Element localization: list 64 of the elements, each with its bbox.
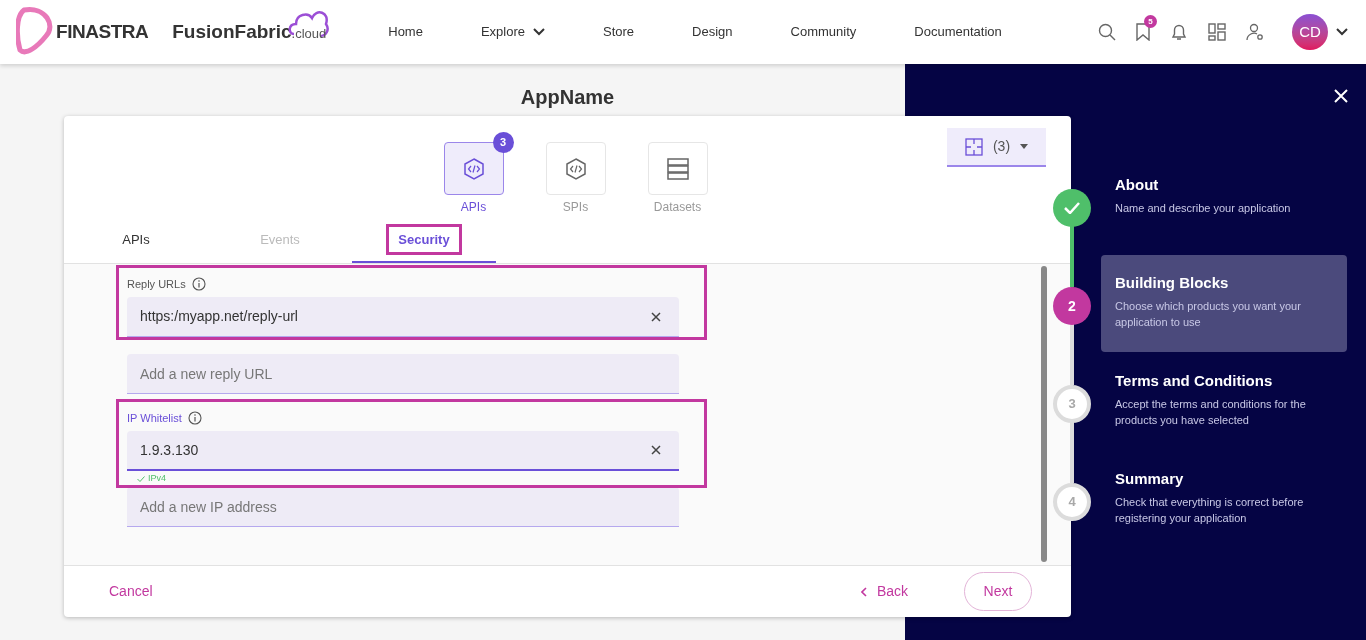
- nav-link[interactable]: Design: [692, 22, 733, 42]
- input-field[interactable]: Add a new reply URL: [127, 354, 679, 394]
- next-button[interactable]: Next: [964, 572, 1032, 611]
- info-icon[interactable]: [191, 277, 206, 291]
- notification-badge: 5: [1144, 15, 1157, 28]
- input-field[interactable]: 1.9.3.130: [127, 431, 679, 471]
- step-card[interactable]: About Name and describe your application: [1101, 157, 1347, 254]
- caret-icon: [1020, 144, 1029, 149]
- field-label: Reply URLs: [127, 276, 186, 292]
- search-icon[interactable]: [1098, 23, 1116, 41]
- info-icon[interactable]: [187, 411, 202, 425]
- chevron-left-icon: [860, 586, 867, 597]
- nav-link[interactable]: Explore: [480, 22, 545, 42]
- nav-link[interactable]: Documentation: [914, 22, 1002, 42]
- close-icon[interactable]: [1334, 89, 1348, 103]
- count-badge: 3: [492, 132, 514, 153]
- bell-icon[interactable]: [1170, 23, 1188, 41]
- step-title: Summary: [1115, 469, 1185, 489]
- step-title: About: [1115, 175, 1160, 195]
- validation-hint: IPv4: [148, 472, 166, 486]
- step-title: Terms and Conditions: [1115, 371, 1274, 391]
- block-type-label: Datasets: [653, 199, 702, 216]
- tab[interactable]: Security: [386, 223, 462, 256]
- input-field[interactable]: Add a new IP address: [127, 487, 679, 527]
- nav-link[interactable]: Home: [388, 22, 423, 42]
- logo-text: FusionFabric: [172, 19, 292, 44]
- step-description: Choose which products you want your application to use: [1115, 299, 1302, 330]
- step-number: 4: [1053, 483, 1091, 521]
- server-icon: [666, 157, 689, 180]
- puzzle-icon: [964, 137, 983, 156]
- cancel-link[interactable]: Cancel: [109, 581, 153, 602]
- selection-dropdown[interactable]: (3): [947, 128, 1046, 167]
- check-icon: [1064, 202, 1080, 214]
- back-link[interactable]: Back: [860, 581, 908, 602]
- step-card[interactable]: Terms and Conditions Accept the terms and conditions for the products you have selected: [1101, 353, 1347, 450]
- code-hexagon-icon: [462, 157, 485, 180]
- step-description: Check that everything is correct before registering your application: [1115, 495, 1305, 526]
- check-icon: [137, 476, 145, 482]
- page-title: AppName: [520, 85, 615, 106]
- block-type-label: SPIs: [562, 199, 589, 216]
- input-field[interactable]: https:/myapp.net/reply-url: [127, 297, 679, 337]
- step-card[interactable]: Building Blocks Choose which products you want your application to use: [1101, 255, 1347, 352]
- chevron-down-icon: [533, 28, 545, 36]
- user-settings-icon[interactable]: [1246, 23, 1264, 41]
- step-title: Building Blocks: [1115, 273, 1230, 293]
- step-description: Name and describe your application: [1115, 201, 1292, 216]
- code-hexagon-icon: [564, 157, 587, 180]
- step-description: Accept the terms and conditions for the products you have selected: [1115, 397, 1307, 428]
- field-label: IP Whitelist: [127, 410, 182, 426]
- clear-icon[interactable]: [651, 445, 661, 455]
- clear-icon[interactable]: [651, 311, 661, 322]
- block-type-label: APIs: [460, 199, 487, 216]
- nav-link[interactable]: Store: [603, 22, 635, 42]
- step-card[interactable]: Summary Check that everything is correct before registering your application: [1101, 451, 1347, 548]
- tab[interactable]: APIs: [122, 229, 150, 250]
- bookmark-icon[interactable]: [1136, 23, 1150, 41]
- chevron-down-icon[interactable]: [1336, 28, 1348, 36]
- logo-text[interactable]: FINASTRA: [56, 17, 149, 47]
- step-number: 3: [1053, 385, 1091, 423]
- logo-suffix: .cloud: [291, 26, 327, 44]
- avatar[interactable]: CD: [1292, 14, 1328, 50]
- grid-icon[interactable]: [1208, 23, 1226, 41]
- step-number: 2: [1053, 287, 1091, 325]
- nav-link[interactable]: Community: [790, 22, 857, 42]
